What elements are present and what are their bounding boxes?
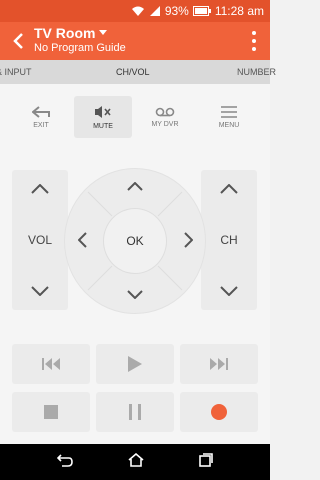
dpad: OK [62, 160, 208, 320]
menu-button[interactable]: MENU [200, 96, 258, 138]
chevron-down-icon [31, 286, 49, 296]
chevron-left-icon [77, 232, 87, 248]
channel-rocker: CH [201, 170, 257, 310]
overflow-menu-button[interactable] [250, 31, 258, 51]
overflow-dot [252, 31, 256, 35]
stop-button[interactable] [12, 392, 90, 432]
play-icon [128, 356, 142, 372]
chevron-up-icon [220, 184, 238, 194]
dpad-down-button[interactable] [123, 282, 147, 306]
tab-input[interactable]: & INPUT [0, 67, 32, 77]
chevron-down-icon [127, 289, 143, 299]
status-bar: 93% 11:28 am [0, 0, 270, 22]
room-selector[interactable]: TV Room No Program Guide [34, 25, 126, 54]
skip-forward-button[interactable] [180, 344, 258, 384]
exit-button[interactable]: EXIT [12, 96, 70, 138]
page-subtitle: No Program Guide [34, 42, 126, 54]
skip-back-icon [42, 358, 60, 370]
system-nav-bar [0, 444, 270, 480]
app-bar: TV Room No Program Guide [0, 22, 270, 60]
skip-forward-icon [210, 358, 228, 370]
recents-icon [198, 452, 213, 467]
channel-down-button[interactable] [201, 276, 257, 306]
mute-label: MUTE [93, 122, 113, 130]
battery-icon [192, 6, 211, 16]
tab-strip: & INPUT CH/VOL NUMBER [0, 60, 276, 84]
mute-icon [95, 105, 111, 118]
signal-icon [149, 5, 161, 17]
chevron-up-icon [127, 181, 143, 191]
record-icon [211, 404, 227, 420]
volume-up-button[interactable] [12, 174, 68, 204]
wifi-icon [131, 5, 145, 17]
home-icon [128, 452, 144, 467]
pause-icon [129, 404, 141, 420]
mute-button[interactable]: MUTE [74, 96, 132, 138]
menu-icon [221, 105, 237, 118]
volume-down-button[interactable] [12, 276, 68, 306]
ok-button[interactable]: OK [103, 208, 167, 274]
nav-home-button[interactable] [128, 452, 144, 472]
back-arrow-icon [13, 33, 23, 49]
overflow-dot [252, 39, 256, 43]
record-button[interactable] [180, 392, 258, 432]
stop-icon [44, 405, 58, 419]
channel-up-button[interactable] [201, 174, 257, 204]
battery-percent: 93% [164, 4, 189, 18]
back-button[interactable] [6, 28, 30, 54]
pause-button[interactable] [96, 392, 174, 432]
my-dvr-button[interactable]: MY DVR [136, 96, 194, 138]
tab-ch-vol[interactable]: CH/VOL [116, 67, 150, 77]
tab-number[interactable]: NUMBER [237, 67, 276, 77]
exit-icon [32, 105, 50, 118]
overflow-dot [252, 47, 256, 51]
dpad-up-button[interactable] [123, 174, 147, 198]
my-dvr-label: MY DVR [151, 120, 179, 128]
volume-rocker: VOL [12, 170, 68, 310]
dpad-left-button[interactable] [70, 228, 94, 252]
exit-label: EXIT [33, 121, 49, 129]
dropdown-caret-icon [99, 30, 108, 35]
menu-label: MENU [218, 121, 240, 129]
nav-recents-button[interactable] [198, 452, 213, 472]
channel-label: CH [220, 233, 238, 247]
chevron-right-icon [183, 232, 193, 248]
dpad-right-button[interactable] [176, 228, 200, 252]
page-title: TV Room [34, 25, 96, 41]
dvr-icon [155, 107, 175, 116]
ok-label: OK [126, 234, 144, 248]
chevron-down-icon [220, 286, 238, 296]
nav-back-button[interactable] [57, 453, 74, 472]
nav-back-icon [57, 453, 74, 467]
volume-label: VOL [27, 233, 52, 247]
play-button[interactable] [96, 344, 174, 384]
chevron-up-icon [31, 184, 49, 194]
skip-back-button[interactable] [12, 344, 90, 384]
clock: 11:28 am [214, 4, 264, 18]
